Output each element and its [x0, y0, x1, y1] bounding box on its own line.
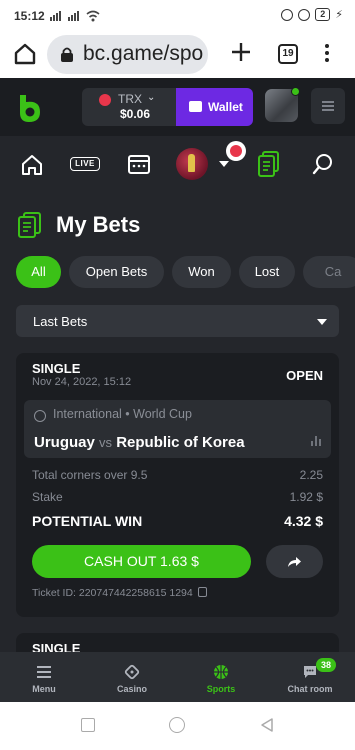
chevron-down-icon: ⌄	[147, 92, 156, 103]
vs-label: vs	[99, 435, 113, 450]
site-nav: LIVE	[0, 136, 355, 194]
wifi-icon	[86, 10, 100, 22]
my-bets-icon	[18, 212, 41, 238]
tab-casino[interactable]: Casino	[88, 652, 176, 702]
potential-win-label: POTENTIAL WIN	[32, 513, 143, 529]
calendar-icon[interactable]	[128, 153, 150, 175]
share-arrow-icon	[288, 557, 301, 567]
recent-apps-icon[interactable]	[81, 718, 95, 732]
signal-icon-2	[68, 11, 79, 21]
home-button-icon[interactable]	[169, 717, 185, 733]
trx-coin-icon	[99, 94, 111, 106]
home-nav-icon[interactable]	[20, 153, 44, 177]
share-button[interactable]	[266, 545, 323, 578]
bet-status: OPEN	[286, 368, 323, 383]
battery-icon: 2	[315, 8, 331, 21]
caret-down-icon[interactable]	[219, 161, 229, 167]
ticket-id-text: Ticket ID: 220747442258615 1294	[32, 587, 193, 599]
filter-tab-won[interactable]: Won	[172, 256, 231, 288]
page-title: My Bets	[56, 212, 141, 237]
match-teams: Uruguay vs Republic of Korea	[34, 434, 245, 451]
selection-label: Total corners over 9.5	[32, 468, 148, 482]
bet-type: SINGLE	[32, 361, 81, 376]
dnd-icon	[281, 8, 294, 21]
live-nav-button[interactable]: LIVE	[70, 157, 100, 171]
wallet-button[interactable]: Wallet	[176, 88, 253, 126]
filter-tab-lost[interactable]: Lost	[239, 256, 295, 288]
browser-toolbar: bc.game/spo 19	[0, 32, 355, 78]
filter-tab-all[interactable]: All	[16, 256, 61, 288]
selection-odds: 2.25	[299, 468, 323, 482]
copy-icon[interactable]	[197, 587, 207, 597]
ticket-id: Ticket ID: 220747442258615 1294	[32, 587, 207, 599]
site-header: TRX ⌄ $0.06 Wallet	[0, 78, 355, 136]
home-team: Uruguay	[34, 434, 95, 451]
signal-icon	[50, 11, 61, 21]
filter-tab-open-bets[interactable]: Open Bets	[69, 256, 164, 288]
casino-icon	[124, 664, 140, 680]
bet-card: SINGLE Nov 24, 2022, 15:12 OPEN Internat…	[16, 353, 339, 617]
world-cup-icon[interactable]	[176, 148, 208, 180]
online-indicator	[291, 87, 300, 96]
potential-win-row: POTENTIAL WIN 4.32 $	[32, 513, 323, 529]
tab-label-sports: Sports	[206, 684, 236, 694]
balance-amount: $0.06	[120, 107, 151, 121]
bet-date: Nov 24, 2022, 15:12	[32, 376, 132, 388]
potential-win-value: 4.32 $	[284, 513, 323, 529]
my-bets-nav-icon[interactable]	[258, 151, 280, 177]
away-team: Republic of Korea	[116, 434, 245, 451]
bc-game-logo[interactable]	[16, 93, 44, 123]
stake-value: 1.92 $	[289, 490, 323, 504]
overflow-menu-icon[interactable]	[322, 41, 332, 67]
android-nav-bar	[0, 702, 355, 750]
bottom-tab-bar: Menu Casino Sports Chat room	[0, 652, 355, 702]
balance-selector[interactable]: TRX ⌄ $0.06	[82, 88, 176, 126]
url-bar[interactable]: bc.game/spo	[47, 35, 208, 74]
avatar[interactable]	[265, 87, 300, 122]
caret-down-icon	[317, 319, 327, 325]
charging-icon: ⚡	[335, 9, 343, 21]
select-value: Last Bets	[33, 314, 88, 329]
bet-range-select[interactable]: Last Bets	[16, 305, 339, 337]
balance-currency: TRX	[118, 92, 142, 106]
bet-filter-tabs: All Open Bets Won Lost Ca	[16, 256, 355, 288]
url-text: bc.game/spo	[83, 42, 204, 65]
alarm-icon	[298, 8, 311, 21]
stake-label: Stake	[32, 490, 63, 504]
tab-label-chat-room: Chat room	[287, 684, 333, 694]
menu-icon	[37, 666, 51, 678]
fire-badge-icon	[226, 141, 246, 161]
search-icon[interactable]	[312, 153, 334, 175]
globe-icon	[34, 410, 46, 422]
tab-sports[interactable]: Sports	[177, 652, 265, 702]
new-tab-icon[interactable]	[228, 39, 254, 65]
tab-label-menu: Menu	[32, 684, 56, 694]
back-icon[interactable]	[259, 717, 275, 733]
hamburger-menu-button[interactable]	[311, 88, 345, 124]
tab-menu[interactable]: Menu	[0, 652, 88, 702]
chat-unread-badge: 38	[316, 658, 336, 672]
wallet-label: Wallet	[208, 100, 243, 114]
tab-label-casino: Casino	[116, 684, 147, 694]
stats-icon[interactable]	[311, 436, 321, 446]
wallet-icon	[189, 101, 202, 112]
cash-out-button[interactable]: CASH OUT 1.63 $	[32, 545, 251, 578]
lock-icon	[61, 47, 73, 62]
status-time: 15:12	[14, 9, 45, 23]
home-icon[interactable]	[12, 41, 38, 67]
tab-chat-room[interactable]: Chat room	[266, 652, 354, 702]
selection-row: Total corners over 9.5 2.25	[32, 468, 323, 482]
sports-icon	[214, 665, 228, 679]
stake-row: Stake 1.92 $	[32, 490, 323, 504]
filter-tab-canceled[interactable]: Ca	[303, 256, 355, 288]
match-info[interactable]: International • World Cup Uruguay vs Rep…	[24, 400, 331, 458]
tab-switcher-button[interactable]: 19	[278, 44, 298, 64]
league-name: International • World Cup	[53, 407, 192, 421]
status-bar: 15:12 2 ⚡	[0, 0, 355, 32]
